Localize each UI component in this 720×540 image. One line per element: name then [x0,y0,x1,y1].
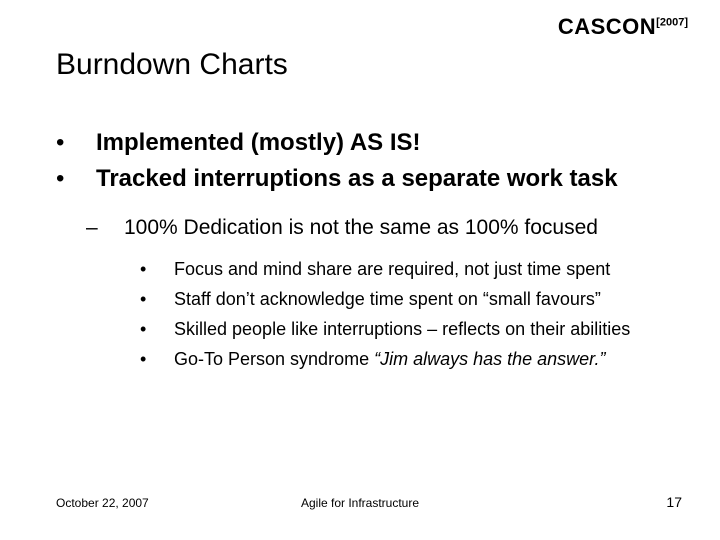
bullet-lvl3-text: Go-To Person syndrome “Jim always has th… [174,347,606,371]
bullet-dot-icon: • [140,317,174,341]
bullet-lvl2-text: 100% Dedication is not the same as 100% … [124,214,598,241]
bullet-lvl3: • Staff don’t acknowledge time spent on … [140,287,664,311]
lvl3-group: • Focus and mind share are required, not… [140,257,664,371]
bullet-lvl3-lead: Go-To Person syndrome [174,349,374,369]
slide-title: Burndown Charts [56,48,288,82]
bullet-lvl3-text: Focus and mind share are required, not j… [174,257,610,281]
footer-center: Agile for Infrastructure [0,496,720,510]
bullet-lvl2: – 100% Dedication is not the same as 100… [86,214,664,241]
bullet-lvl3: • Focus and mind share are required, not… [140,257,664,281]
bullet-lvl1-text: Tracked interruptions as a separate work… [96,164,618,194]
bullet-lvl1: • Implemented (mostly) AS IS! [56,128,664,158]
bullet-lvl3-quote: “Jim always has the answer.” [374,349,605,369]
footer-page-number: 17 [666,494,682,510]
bullet-lvl3: • Go-To Person syndrome “Jim always has … [140,347,664,371]
slide-body: • Implemented (mostly) AS IS! • Tracked … [56,128,664,377]
bullet-dot-icon: • [140,347,174,371]
conference-logo: CASCON[2007] [558,14,688,40]
bullet-dash-icon: – [86,214,124,241]
bullet-dot-icon: • [56,128,96,158]
logo-year: 2007 [660,17,684,29]
bullet-dot-icon: • [140,287,174,311]
slide: CASCON[2007] Burndown Charts • Implement… [0,0,720,540]
bullet-lvl3: • Skilled people like interruptions – re… [140,317,664,341]
lvl2-group: – 100% Dedication is not the same as 100… [86,214,664,371]
bullet-lvl1: • Tracked interruptions as a separate wo… [56,164,664,194]
bullet-dot-icon: • [56,164,96,194]
bullet-lvl1-text: Implemented (mostly) AS IS! [96,128,421,158]
bullet-lvl3-text: Staff don’t acknowledge time spent on “s… [174,287,601,311]
bullet-lvl3-text: Skilled people like interruptions – refl… [174,317,630,341]
bullet-dot-icon: • [140,257,174,281]
logo-name: CASCON [558,14,656,39]
logo-year-close: ] [684,17,688,29]
